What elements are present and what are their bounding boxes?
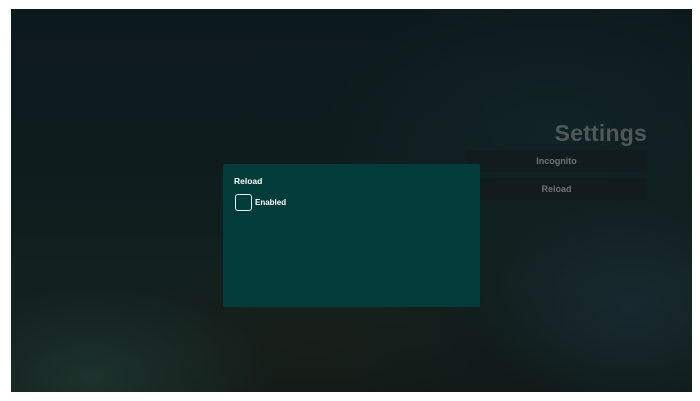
settings-title: Settings [554,120,647,146]
dialog-title: Reload [234,176,263,186]
reload-dialog: Reload Enabled [223,164,480,307]
tv-screen: Settings Incognito Reload Reload Enabled [11,9,692,392]
enabled-option[interactable]: Enabled [235,194,286,211]
reload-button[interactable]: Reload [466,178,647,200]
enabled-checkbox[interactable] [235,194,252,211]
enabled-label: Enabled [255,198,287,207]
incognito-button[interactable]: Incognito [466,150,647,172]
